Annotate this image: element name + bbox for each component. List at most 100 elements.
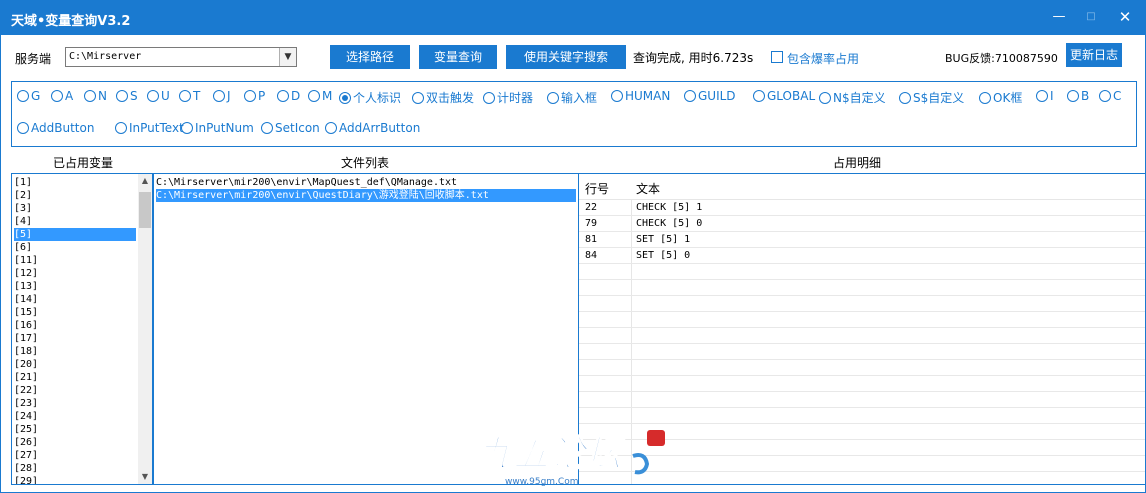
radio-option[interactable]: GUILD bbox=[684, 89, 736, 103]
list-item[interactable]: [16] bbox=[14, 319, 136, 332]
query-button[interactable]: 变量查询 bbox=[419, 45, 497, 69]
list-item[interactable]: [24] bbox=[14, 410, 136, 423]
radio-option[interactable]: SetIcon bbox=[261, 121, 320, 135]
radio-circle-icon[interactable] bbox=[116, 90, 128, 102]
list-item[interactable]: [20] bbox=[14, 358, 136, 371]
list-item[interactable]: [3] bbox=[14, 202, 136, 215]
radio-option[interactable]: N$自定义 bbox=[819, 89, 886, 106]
radio-option[interactable]: J bbox=[213, 89, 231, 103]
radio-option[interactable]: S bbox=[116, 89, 138, 103]
radio-option[interactable]: G bbox=[17, 89, 40, 103]
radio-circle-icon[interactable] bbox=[1099, 90, 1111, 102]
radio-option[interactable]: C bbox=[1099, 89, 1121, 103]
radio-circle-icon[interactable] bbox=[753, 90, 765, 102]
radio-circle-icon[interactable] bbox=[179, 90, 191, 102]
radio-option[interactable]: OK框 bbox=[979, 89, 1022, 106]
server-path-combo[interactable]: C:\Mirserver ▼ bbox=[65, 47, 297, 67]
radio-option[interactable]: T bbox=[179, 89, 200, 103]
radio-circle-icon[interactable] bbox=[244, 90, 256, 102]
list-item[interactable]: [28] bbox=[14, 462, 136, 475]
used-vars-scrollbar[interactable]: ▲ ▼ bbox=[138, 174, 152, 484]
radio-circle-icon[interactable] bbox=[684, 90, 696, 102]
radio-circle-icon[interactable] bbox=[17, 122, 29, 134]
radio-circle-icon[interactable] bbox=[181, 122, 193, 134]
list-item[interactable]: [29] bbox=[14, 475, 136, 484]
list-item[interactable]: [14] bbox=[14, 293, 136, 306]
list-item[interactable]: C:\Mirserver\mir200\envir\MapQuest_def\Q… bbox=[156, 176, 576, 189]
list-item[interactable]: [18] bbox=[14, 345, 136, 358]
radio-option[interactable]: 输入框 bbox=[547, 89, 597, 106]
list-item[interactable]: [22] bbox=[14, 384, 136, 397]
list-item[interactable]: [12] bbox=[14, 267, 136, 280]
radio-option[interactable]: A bbox=[51, 89, 73, 103]
title-bar[interactable]: 天域•变量查询V3.2 — □ ✕ bbox=[1, 1, 1145, 35]
radio-circle-icon[interactable] bbox=[51, 90, 63, 102]
radio-option[interactable]: 个人标识 bbox=[339, 89, 401, 106]
radio-option[interactable]: U bbox=[147, 89, 170, 103]
list-item[interactable]: [2] bbox=[14, 189, 136, 202]
radio-option[interactable]: 计时器 bbox=[483, 89, 533, 106]
close-icon[interactable]: ✕ bbox=[1113, 7, 1137, 27]
radio-circle-icon[interactable] bbox=[1067, 90, 1079, 102]
radio-option[interactable]: N bbox=[84, 89, 107, 103]
table-row[interactable]: 79 CHECK [5] 0 bbox=[579, 216, 1145, 232]
radio-option[interactable]: D bbox=[277, 89, 300, 103]
list-item[interactable]: [23] bbox=[14, 397, 136, 410]
scroll-down-icon[interactable]: ▼ bbox=[138, 470, 152, 484]
radio-circle-icon[interactable] bbox=[277, 90, 289, 102]
radio-option[interactable]: 双击触发 bbox=[412, 89, 474, 106]
table-row[interactable]: 22 CHECK [5] 1 bbox=[579, 200, 1145, 216]
list-item[interactable]: [13] bbox=[14, 280, 136, 293]
radio-option[interactable]: GLOBAL bbox=[753, 89, 815, 103]
table-row[interactable]: 84 SET [5] 0 bbox=[579, 248, 1145, 264]
scroll-thumb[interactable] bbox=[139, 192, 151, 228]
list-item[interactable]: [6] bbox=[14, 241, 136, 254]
chevron-down-icon[interactable]: ▼ bbox=[279, 48, 296, 66]
table-row[interactable]: 81 SET [5] 1 bbox=[579, 232, 1145, 248]
radio-option[interactable]: HUMAN bbox=[611, 89, 670, 103]
used-vars-list[interactable]: [1] [2] [3] [4] [5] [6] [11] [12] [13] [14] [15] [1… bbox=[11, 173, 153, 485]
include-explode-label[interactable]: 包含爆率占用 bbox=[787, 50, 859, 67]
radio-circle-icon[interactable] bbox=[339, 92, 351, 104]
radio-circle-icon[interactable] bbox=[84, 90, 96, 102]
column-header-line[interactable]: 行号 bbox=[585, 180, 609, 197]
list-item[interactable]: [21] bbox=[14, 371, 136, 384]
list-item[interactable]: [1] bbox=[14, 176, 136, 189]
radio-circle-icon[interactable] bbox=[483, 92, 495, 104]
radio-circle-icon[interactable] bbox=[213, 90, 225, 102]
include-explode-checkbox[interactable] bbox=[771, 51, 783, 63]
radio-circle-icon[interactable] bbox=[147, 90, 159, 102]
radio-circle-icon[interactable] bbox=[308, 90, 320, 102]
radio-option[interactable]: S$自定义 bbox=[899, 89, 964, 106]
radio-option[interactable]: B bbox=[1067, 89, 1089, 103]
list-item[interactable]: [17] bbox=[14, 332, 136, 345]
scroll-up-icon[interactable]: ▲ bbox=[138, 174, 152, 188]
radio-circle-icon[interactable] bbox=[611, 90, 623, 102]
radio-option[interactable]: AddButton bbox=[17, 121, 94, 135]
maximize-icon[interactable]: □ bbox=[1079, 7, 1103, 27]
list-item[interactable]: [5] bbox=[14, 228, 136, 241]
select-path-button[interactable]: 选择路径 bbox=[330, 45, 410, 69]
changelog-button[interactable]: 更新日志 bbox=[1066, 43, 1122, 67]
keyword-search-button[interactable]: 使用关键字搜索 bbox=[506, 45, 626, 69]
radio-circle-icon[interactable] bbox=[261, 122, 273, 134]
radio-circle-icon[interactable] bbox=[325, 122, 337, 134]
radio-option[interactable]: InPutText bbox=[115, 121, 184, 135]
list-item[interactable]: [11] bbox=[14, 254, 136, 267]
list-item[interactable]: [4] bbox=[14, 215, 136, 228]
column-header-text[interactable]: 文本 bbox=[636, 180, 660, 197]
radio-circle-icon[interactable] bbox=[547, 92, 559, 104]
radio-option[interactable]: AddArrButton bbox=[325, 121, 420, 135]
minimize-icon[interactable]: — bbox=[1047, 7, 1071, 27]
radio-circle-icon[interactable] bbox=[115, 122, 127, 134]
list-item[interactable]: [15] bbox=[14, 306, 136, 319]
radio-circle-icon[interactable] bbox=[819, 92, 831, 104]
radio-option[interactable]: M bbox=[308, 89, 332, 103]
radio-option[interactable]: P bbox=[244, 89, 265, 103]
list-item[interactable]: [26] bbox=[14, 436, 136, 449]
radio-circle-icon[interactable] bbox=[899, 92, 911, 104]
radio-option[interactable]: InPutNum bbox=[181, 121, 254, 135]
list-item[interactable]: [27] bbox=[14, 449, 136, 462]
radio-option[interactable]: I bbox=[1036, 89, 1054, 103]
radio-circle-icon[interactable] bbox=[1036, 90, 1048, 102]
